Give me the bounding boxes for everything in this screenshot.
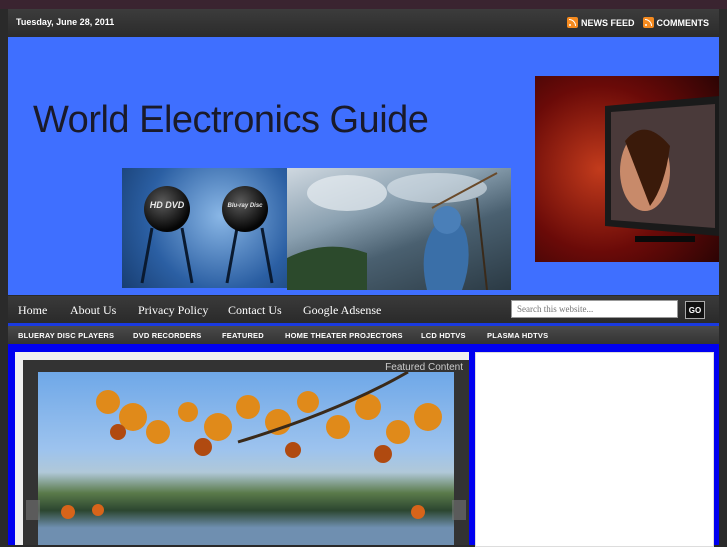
- site-header: World Electronics Guide HD DVD Blu-ray D…: [8, 37, 719, 295]
- top-strip: [0, 0, 727, 9]
- nav-privacy-policy[interactable]: Privacy Policy: [138, 303, 208, 318]
- nav-contact-us[interactable]: Contact Us: [228, 303, 282, 318]
- cat-home-theater-projectors[interactable]: HOME THEATER PROJECTORS: [285, 331, 403, 340]
- hd-dvd-disc: HD DVD: [144, 186, 190, 232]
- date-text: Tuesday, June 28, 2011: [16, 17, 115, 27]
- cat-lcd-hdtvs[interactable]: LCD HDTVS: [421, 331, 466, 340]
- cat-dvd-recorders[interactable]: DVD RECORDERS: [133, 331, 201, 340]
- comments-feed-label: COMMENTS: [656, 17, 710, 28]
- nav-about-us[interactable]: About Us: [70, 303, 116, 318]
- prev-arrow-icon[interactable]: [26, 500, 40, 520]
- feed-links: NEWS FEED COMMENTS: [566, 17, 710, 28]
- bluray-disc: Blu-ray Disc: [222, 186, 268, 232]
- sidebar: [475, 352, 714, 547]
- cat-featured[interactable]: FEATURED: [222, 331, 264, 340]
- nav-google-adsense[interactable]: Google Adsense: [303, 303, 381, 318]
- featured-photo[interactable]: [38, 372, 454, 545]
- news-feed-label: NEWS FEED: [580, 17, 635, 28]
- featured-slider: Featured Content: [23, 360, 469, 545]
- nav-home[interactable]: Home: [18, 303, 47, 318]
- comments-feed-link[interactable]: COMMENTS: [642, 17, 710, 28]
- main-nav: Home About Us Privacy Policy Contact Us …: [8, 296, 719, 323]
- featured-panel: Featured Content: [15, 352, 469, 545]
- avatar-movie-image: [287, 168, 511, 290]
- cat-plasma-hdtvs[interactable]: PLASMA HDTVS: [487, 331, 548, 340]
- next-arrow-icon[interactable]: [452, 500, 466, 520]
- cat-bluray-disc-players[interactable]: BLUERAY DISC PLAYERS: [18, 331, 114, 340]
- search-input[interactable]: [511, 300, 678, 318]
- news-feed-link[interactable]: NEWS FEED: [566, 17, 635, 28]
- hd-dvd-bluray-image: HD DVD Blu-ray Disc: [122, 168, 287, 288]
- site-title: World Electronics Guide: [33, 99, 429, 141]
- main-content: Featured Content: [8, 344, 719, 547]
- category-bar: BLUERAY DISC PLAYERS DVD RECORDERS FEATU…: [8, 323, 719, 344]
- rss-icon: [642, 17, 654, 28]
- go-button[interactable]: GO: [685, 301, 705, 319]
- lcd-tv-image: [535, 76, 719, 262]
- rss-icon: [566, 17, 578, 28]
- top-bar: Tuesday, June 28, 2011 NEWS FEED COMMENT…: [8, 9, 719, 38]
